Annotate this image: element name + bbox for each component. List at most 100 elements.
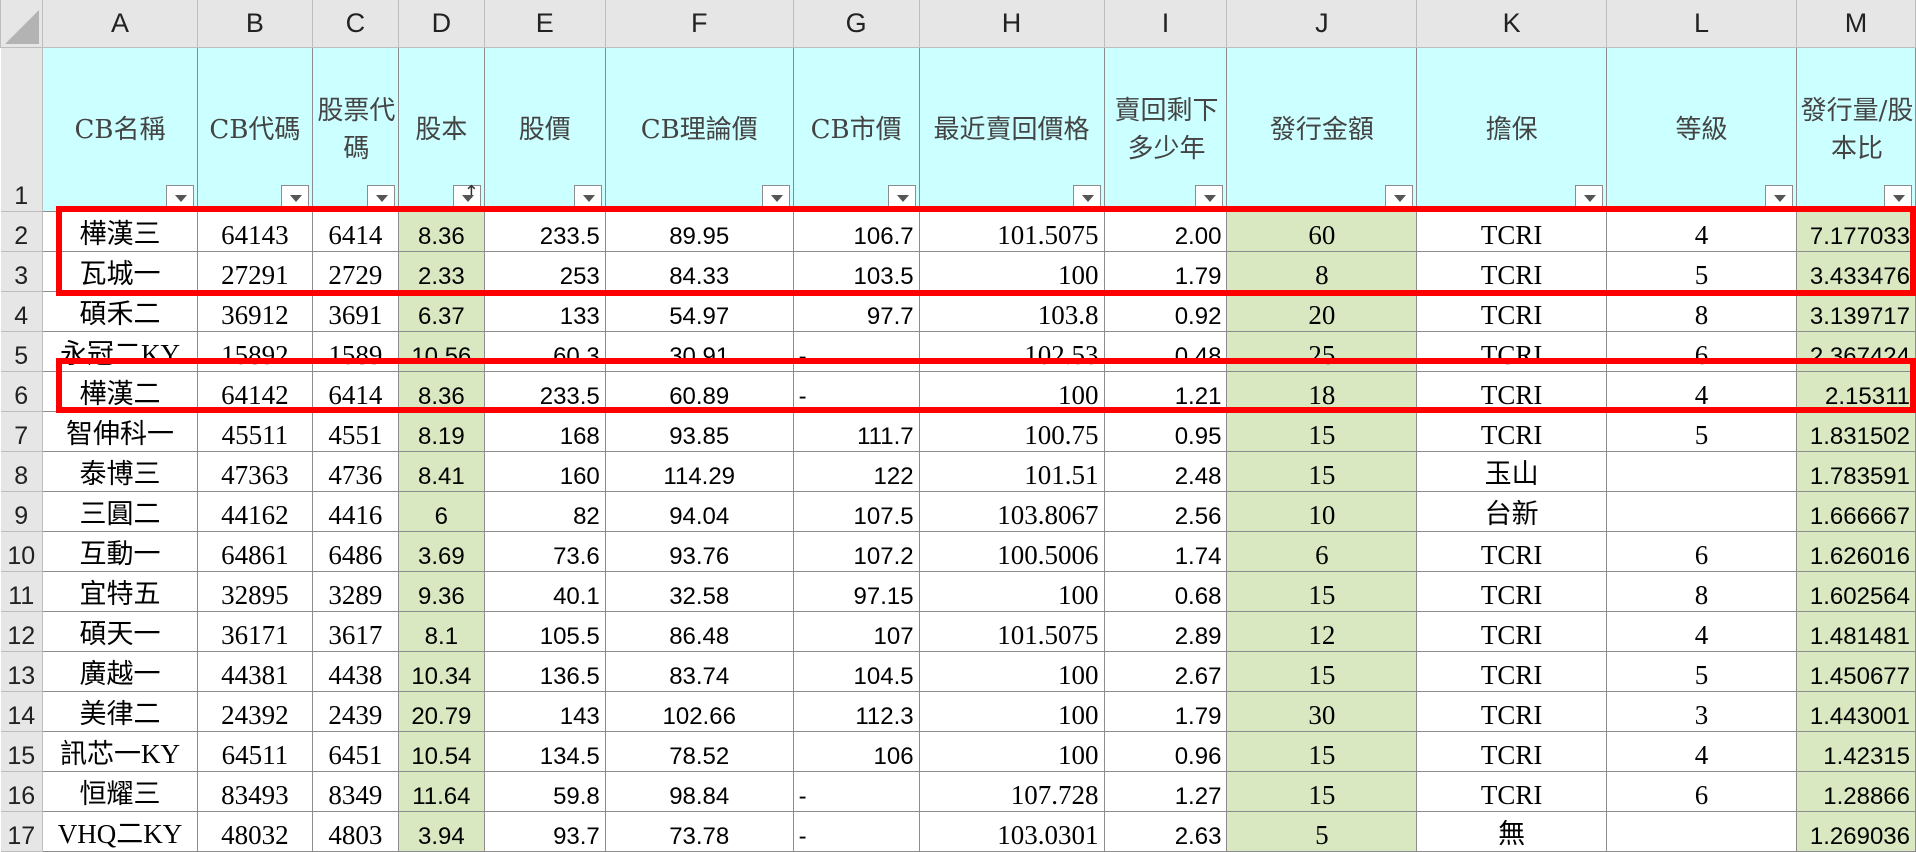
row-number[interactable]: 8 xyxy=(0,451,43,492)
cell-amount[interactable]: 8 xyxy=(1226,251,1418,292)
row-number[interactable]: 11 xyxy=(0,571,43,612)
cell-ratio[interactable]: 1.481481 xyxy=(1795,611,1916,652)
cell-capital[interactable]: 8.41 xyxy=(397,451,485,492)
cell-years[interactable]: 0.92 xyxy=(1103,291,1228,332)
cell-ratio[interactable]: 1.269036 xyxy=(1795,811,1916,852)
cell-price[interactable]: 40.1 xyxy=(483,571,606,612)
cell-cb-code[interactable]: 15892 xyxy=(196,331,313,372)
cell-theory[interactable]: 93.85 xyxy=(604,411,794,452)
cell-theory[interactable]: 30.91 xyxy=(604,331,794,372)
select-all-corner[interactable] xyxy=(0,0,43,48)
cell-ratio[interactable]: 2.15311 xyxy=(1795,371,1916,412)
cell-name[interactable]: 樺漢三 xyxy=(41,211,198,252)
cell-cb-code[interactable]: 83493 xyxy=(196,771,313,812)
cell-grade[interactable]: 5 xyxy=(1606,411,1797,452)
filter-dropdown-icon[interactable] xyxy=(1764,185,1793,209)
cell-cb-code[interactable]: 32895 xyxy=(196,571,313,612)
cell-stock[interactable]: 6486 xyxy=(311,531,399,572)
cell-price[interactable]: 82 xyxy=(483,491,606,532)
column-letter-m[interactable]: M xyxy=(1795,0,1916,48)
cell-putback[interactable]: 101.5075 xyxy=(918,211,1105,252)
cell-cb-code[interactable]: 36912 xyxy=(196,291,313,332)
cell-market[interactable]: 122 xyxy=(792,451,920,492)
column-letter-a[interactable]: A xyxy=(41,0,198,48)
cell-grade[interactable]: 8 xyxy=(1606,291,1797,332)
cell-guarantee[interactable]: 無 xyxy=(1416,811,1608,852)
cell-ratio[interactable]: 1.602564 xyxy=(1795,571,1916,612)
cell-capital[interactable]: 3.69 xyxy=(397,531,485,572)
cell-grade[interactable] xyxy=(1606,491,1797,532)
cell-name[interactable]: 樺漢二 xyxy=(41,371,198,412)
filter-dropdown-icon[interactable] xyxy=(761,185,790,209)
cell-ratio[interactable]: 1.28866 xyxy=(1795,771,1916,812)
cell-putback[interactable]: 107.728 xyxy=(918,771,1105,812)
cell-putback[interactable]: 100 xyxy=(918,691,1105,732)
cell-years[interactable]: 2.89 xyxy=(1103,611,1228,652)
cell-ratio[interactable]: 2.367424 xyxy=(1795,331,1916,372)
cell-amount[interactable]: 60 xyxy=(1226,211,1418,252)
cell-cb-code[interactable]: 64511 xyxy=(196,731,313,772)
cell-market[interactable]: - xyxy=(792,771,920,812)
cell-price[interactable]: 136.5 xyxy=(483,651,606,692)
cell-ratio[interactable]: 7.177033 xyxy=(1795,211,1916,252)
cell-amount[interactable]: 15 xyxy=(1226,771,1418,812)
cell-market[interactable]: 106.7 xyxy=(792,211,920,252)
cell-capital[interactable]: 3.94 xyxy=(397,811,485,852)
cell-stock[interactable]: 4736 xyxy=(311,451,399,492)
cell-grade[interactable] xyxy=(1606,451,1797,492)
cell-ratio[interactable]: 3.433476 xyxy=(1795,251,1916,292)
cell-amount[interactable]: 6 xyxy=(1226,531,1418,572)
cell-capital[interactable]: 10.54 xyxy=(397,731,485,772)
row-number[interactable]: 15 xyxy=(0,731,43,772)
cell-stock[interactable]: 6414 xyxy=(311,211,399,252)
filter-dropdown-icon[interactable] xyxy=(1072,185,1101,209)
cell-stock[interactable]: 2439 xyxy=(311,691,399,732)
cell-putback[interactable]: 103.8 xyxy=(918,291,1105,332)
cell-market[interactable]: - xyxy=(792,811,920,852)
cell-cb-code[interactable]: 27291 xyxy=(196,251,313,292)
cell-ratio[interactable]: 1.783591 xyxy=(1795,451,1916,492)
cell-name[interactable]: 瓦城一 xyxy=(41,251,198,292)
cell-years[interactable]: 2.56 xyxy=(1103,491,1228,532)
cell-stock[interactable]: 3289 xyxy=(311,571,399,612)
cell-guarantee[interactable]: TCRI xyxy=(1416,531,1608,572)
cell-name[interactable]: 廣越一 xyxy=(41,651,198,692)
filter-dropdown-icon[interactable] xyxy=(1195,185,1224,209)
cell-stock[interactable]: 6414 xyxy=(311,371,399,412)
column-letter-e[interactable]: E xyxy=(483,0,606,48)
cell-capital[interactable]: 6 xyxy=(397,491,485,532)
row-number[interactable]: 4 xyxy=(0,291,43,332)
cell-theory[interactable]: 84.33 xyxy=(604,251,794,292)
cell-stock[interactable]: 4803 xyxy=(311,811,399,852)
cell-grade[interactable]: 8 xyxy=(1606,571,1797,612)
cell-name[interactable]: 三圓二 xyxy=(41,491,198,532)
column-letter-c[interactable]: C xyxy=(311,0,399,48)
cell-guarantee[interactable]: TCRI xyxy=(1416,411,1608,452)
cell-stock[interactable]: 8349 xyxy=(311,771,399,812)
sort-filter-dropdown-icon[interactable]: ↑ xyxy=(452,183,481,209)
cell-putback[interactable]: 100 xyxy=(918,371,1105,412)
cell-theory[interactable]: 94.04 xyxy=(604,491,794,532)
row-number[interactable]: 16 xyxy=(0,771,43,812)
row-number[interactable]: 5 xyxy=(0,331,43,372)
cell-years[interactable]: 1.27 xyxy=(1103,771,1228,812)
cell-guarantee[interactable]: 台新 xyxy=(1416,491,1608,532)
cell-years[interactable]: 1.79 xyxy=(1103,691,1228,732)
cell-cb-code[interactable]: 44162 xyxy=(196,491,313,532)
cell-capital[interactable]: 11.64 xyxy=(397,771,485,812)
cell-ratio[interactable]: 1.443001 xyxy=(1795,691,1916,732)
cell-stock[interactable]: 1589 xyxy=(311,331,399,372)
cell-guarantee[interactable]: TCRI xyxy=(1416,731,1608,772)
cell-price[interactable]: 233.5 xyxy=(483,371,606,412)
filter-dropdown-icon[interactable] xyxy=(366,185,395,209)
cell-theory[interactable]: 73.78 xyxy=(604,811,794,852)
cell-price[interactable]: 105.5 xyxy=(483,611,606,652)
cell-capital[interactable]: 9.36 xyxy=(397,571,485,612)
cell-price[interactable]: 93.7 xyxy=(483,811,606,852)
row-number[interactable]: 17 xyxy=(0,811,43,852)
cell-ratio[interactable]: 1.42315 xyxy=(1795,731,1916,772)
cell-ratio[interactable]: 1.450677 xyxy=(1795,651,1916,692)
cell-theory[interactable]: 114.29 xyxy=(604,451,794,492)
cell-cb-code[interactable]: 48032 xyxy=(196,811,313,852)
cell-putback[interactable]: 103.8067 xyxy=(918,491,1105,532)
